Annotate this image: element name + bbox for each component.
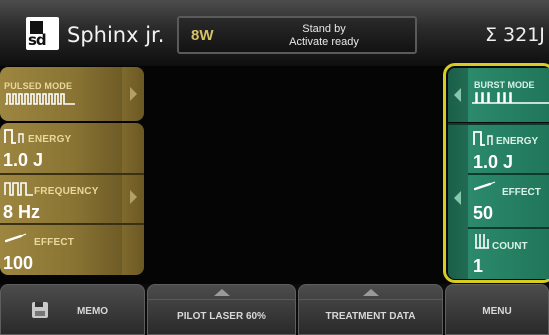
burst-mode-prev[interactable] bbox=[448, 68, 468, 122]
status-text: Stand by bbox=[302, 23, 346, 35]
laser-effect-icon bbox=[474, 181, 496, 191]
burst-count-value: 1 bbox=[473, 256, 484, 276]
status-subtext: Activate ready bbox=[289, 36, 359, 48]
chevron-up-icon bbox=[362, 289, 379, 296]
power-readout: 8W bbox=[191, 27, 214, 44]
menu-button[interactable]: MENU bbox=[445, 284, 549, 335]
bottom-bar: MEMO PILOT LASER 60% TREATMENT DATA MENU bbox=[0, 284, 549, 335]
status-panel: 8W Stand by Activate ready bbox=[177, 16, 417, 54]
header-bar: sd Sphinx jr. 8W Stand by Activate ready… bbox=[0, 0, 549, 66]
burst-mode-panel: BURST MODE ENERGY 1.0 J EFFECT 50 COUNT … bbox=[443, 63, 549, 283]
effect-label: EFFECT bbox=[34, 237, 75, 248]
burst-mode-label: BURST MODE bbox=[474, 80, 535, 90]
burst-energy-value: 1.0 J bbox=[473, 152, 514, 172]
burst-count-label: COUNT bbox=[492, 241, 528, 252]
burst-energy-label: ENERGY bbox=[496, 136, 539, 147]
chevron-right-icon bbox=[130, 190, 137, 204]
memo-button[interactable]: MEMO bbox=[0, 284, 145, 335]
chevron-left-icon bbox=[454, 191, 461, 205]
laser-effect-icon bbox=[5, 233, 27, 243]
frequency-setting[interactable]: FREQUENCY 8 Hz bbox=[0, 175, 122, 223]
pulse-train-icon bbox=[5, 93, 75, 105]
frequency-pulse-icon bbox=[4, 182, 33, 196]
app-title: Sphinx jr. bbox=[67, 23, 165, 47]
burst-mode-button[interactable]: BURST MODE bbox=[468, 68, 549, 122]
energy-setting[interactable]: ENERGY 1.0 J bbox=[0, 123, 122, 173]
pilot-laser-button[interactable]: PILOT LASER 60% bbox=[147, 284, 296, 335]
memo-label: MEMO bbox=[76, 306, 109, 317]
chevron-right-icon bbox=[130, 87, 137, 101]
energy-label: ENERGY bbox=[28, 134, 72, 145]
chevron-left-icon bbox=[454, 88, 461, 102]
burst-effect-value: 50 bbox=[473, 203, 494, 223]
total-energy-counter: Σ 321J bbox=[485, 24, 545, 46]
burst-count-setting[interactable]: COUNT 1 bbox=[468, 229, 549, 279]
burst-effect-setting[interactable]: EFFECT 50 bbox=[468, 175, 549, 227]
burst-energy-setting[interactable]: ENERGY 1.0 J bbox=[468, 125, 549, 173]
treatment-data-label: TREATMENT DATA bbox=[325, 311, 416, 322]
burst-effect-adjust-tab[interactable] bbox=[448, 125, 468, 279]
frequency-adjust-tab[interactable] bbox=[122, 123, 144, 275]
pulsed-mode-next[interactable] bbox=[122, 67, 144, 121]
frequency-value: 8 Hz bbox=[3, 202, 41, 222]
app-logo: sd bbox=[26, 17, 59, 50]
chevron-up-icon bbox=[213, 289, 230, 296]
pulsed-mode-label: PULSED MODE bbox=[4, 81, 73, 91]
menu-label: MENU bbox=[482, 306, 512, 317]
count-bars-icon bbox=[475, 234, 489, 249]
treatment-data-button[interactable]: TREATMENT DATA bbox=[298, 284, 443, 335]
burst-train-icon bbox=[472, 92, 549, 104]
energy-pulse-icon bbox=[4, 129, 24, 144]
logo-text: sd bbox=[28, 31, 47, 49]
frequency-label: FREQUENCY bbox=[34, 186, 99, 197]
energy-value: 1.0 J bbox=[3, 150, 44, 170]
effect-value: 100 bbox=[3, 253, 34, 273]
pilot-laser-label: PILOT LASER 60% bbox=[177, 311, 266, 322]
burst-effect-label: EFFECT bbox=[502, 187, 541, 198]
energy-pulse-icon bbox=[473, 131, 493, 146]
pulsed-mode-button[interactable]: PULSED MODE bbox=[0, 67, 144, 121]
effect-setting[interactable]: EFFECT 100 bbox=[0, 225, 122, 275]
burst-parameters: ENERGY 1.0 J EFFECT 50 COUNT 1 bbox=[468, 125, 549, 279]
pulsed-parameters-panel: ENERGY 1.0 J FREQUENCY 8 Hz EFFECT 100 bbox=[0, 123, 144, 275]
